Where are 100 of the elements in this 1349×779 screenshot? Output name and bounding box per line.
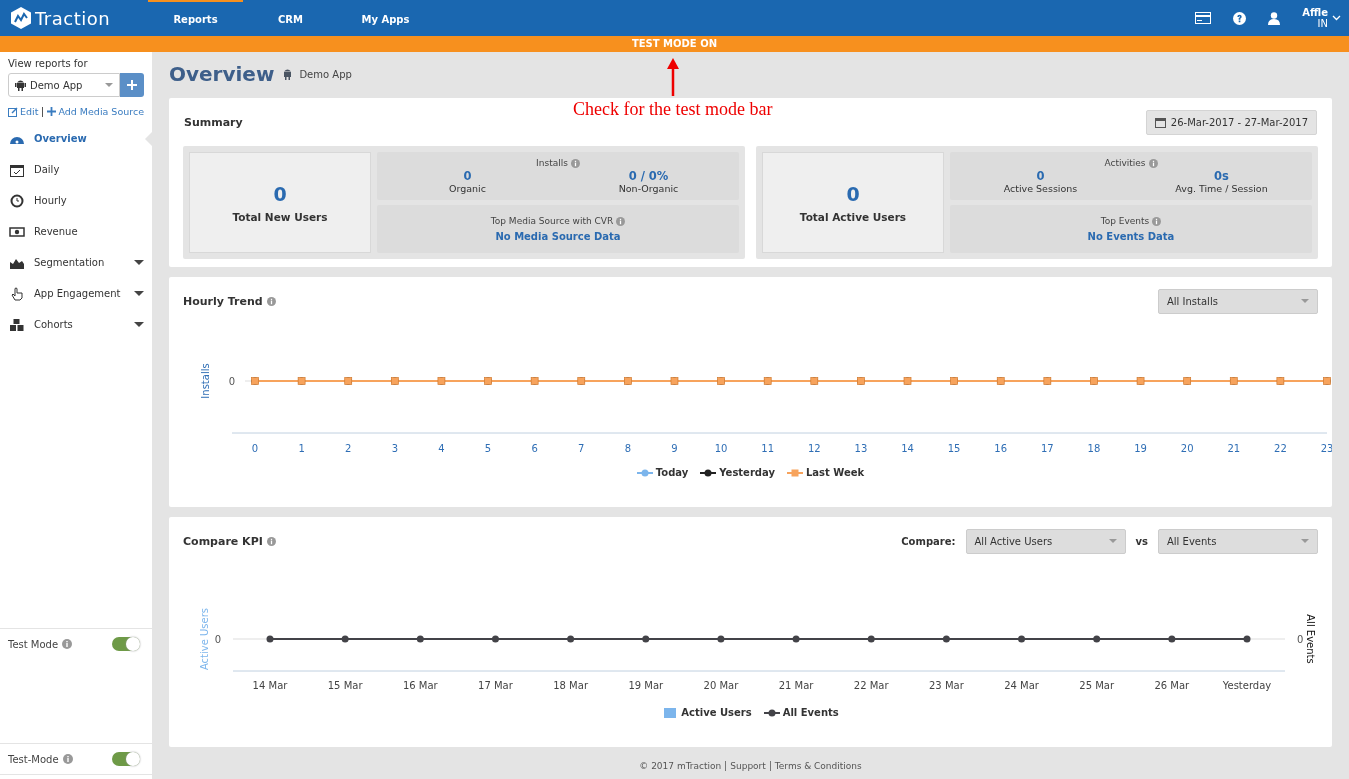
x-tick-label: 24 Mar [1004, 680, 1039, 691]
x-tick-label: 2 [345, 443, 352, 454]
tile-title: Top Media Source with CVR [490, 216, 614, 226]
installs-dropdown[interactable]: All Installs [1158, 288, 1318, 314]
x-tick-label: 22 Mar [853, 680, 889, 691]
metric-value: 0 / 0% [628, 169, 669, 183]
chevron-down-icon[interactable] [1332, 15, 1341, 21]
metric-label: Avg. Time / Session [1175, 183, 1268, 194]
help-icon[interactable] [1233, 11, 1247, 25]
sidebar-item[interactable]: Cohorts [0, 309, 152, 340]
app-select[interactable]: Demo App [8, 73, 120, 97]
plus-icon [47, 107, 57, 116]
nav-tab[interactable]: CRM [243, 0, 338, 36]
card-title: Summary [184, 115, 243, 129]
metric-dropdown[interactable]: All Active Users [965, 528, 1126, 554]
x-tick-label: 16 Mar [402, 680, 438, 691]
edit-icon [8, 106, 18, 117]
metric-dropdown[interactable]: All Events [1158, 528, 1318, 554]
hand-pointer-icon [9, 286, 25, 301]
calendar-icon [9, 162, 25, 177]
sidebar-item[interactable]: Hourly [0, 185, 152, 216]
x-tick-label: 21 [1227, 443, 1241, 454]
user-icon[interactable] [1268, 11, 1281, 25]
credit-card-icon[interactable] [1195, 12, 1212, 24]
metric-label: Active Sessions [1003, 183, 1078, 194]
no-data-text: No Media Source Data [495, 231, 621, 242]
x-tick-label: 18 [1087, 443, 1101, 454]
x-tick-label: 23 [1320, 443, 1332, 454]
sidebar-item[interactable]: App Engagement [0, 278, 152, 309]
clock-icon [9, 193, 25, 208]
x-tick-label: 19 [1134, 443, 1147, 454]
info-icon [62, 639, 73, 649]
caret-icon [1301, 299, 1309, 303]
tile-title: Installs [536, 158, 568, 168]
x-tick-label: 17 Mar [478, 680, 513, 691]
y-tick-label: 0 [228, 376, 235, 387]
metric-value: 0 [463, 169, 472, 183]
info-icon [616, 216, 626, 226]
metric-value: 0 [1036, 169, 1045, 183]
legend-item[interactable]: Today [636, 467, 689, 478]
x-tick-label: 19 Mar [628, 680, 664, 691]
x-tick-label: 14 Mar [252, 680, 288, 691]
footer-link[interactable]: Terms & Conditions [769, 761, 862, 771]
footer-link[interactable]: Support [725, 761, 766, 771]
x-tick-label: 20 [1180, 443, 1194, 454]
logo[interactable]: Traction [0, 6, 148, 30]
caret-icon [105, 83, 113, 87]
x-tick-label: 3 [391, 443, 398, 454]
info-icon [266, 296, 276, 306]
legend-item[interactable]: Last Week [786, 467, 865, 478]
info-icon [570, 158, 580, 168]
sidebar-item[interactable]: Segmentation [0, 247, 152, 278]
add-media-source-link[interactable]: Add Media Source [47, 106, 144, 117]
x-tick-label: 25 Mar [1079, 680, 1115, 691]
legend-item[interactable]: Active Users [662, 707, 752, 718]
plus-icon [127, 80, 137, 90]
metric-label: Organic [449, 183, 486, 194]
card-title: Hourly Trend [183, 294, 263, 308]
caret-icon [1108, 539, 1117, 543]
sidebar-item[interactable]: Daily [0, 154, 152, 185]
test-mode-toggle[interactable] [112, 637, 140, 651]
info-icon [1152, 216, 1162, 226]
x-tick-label: 13 [854, 443, 868, 454]
tile-title: Activities [1104, 158, 1146, 168]
x-tick-label: 18 Mar [553, 680, 588, 691]
x-tick-label: Yesterday [1222, 680, 1272, 691]
view-reports-label: View reports for [7, 57, 89, 71]
x-tick-label: 11 [761, 443, 775, 454]
logo-icon [10, 6, 32, 30]
no-data-text: No Events Data [1087, 231, 1175, 242]
android-icon [282, 68, 294, 80]
x-tick-label: 0 [251, 443, 259, 454]
legend-item[interactable]: Yesterday [700, 467, 775, 478]
x-tick-label: 12 [807, 443, 821, 454]
annotation-text: Check for the test mode bar [573, 99, 773, 120]
x-tick-label: 4 [438, 443, 445, 454]
edit-link[interactable]: Edit [8, 106, 39, 117]
x-tick-label: 7 [578, 443, 585, 454]
x-tick-label: 15 [947, 443, 961, 454]
x-tick-label: 1 [298, 443, 305, 454]
cubes-icon [9, 317, 25, 332]
calendar-icon [1154, 116, 1166, 128]
user-menu[interactable]: Affle IN [1302, 7, 1328, 29]
sidebar-item[interactable]: Overview [0, 123, 152, 154]
test-mode-label: Test Mode [8, 638, 59, 650]
legend-item[interactable]: All Events [763, 707, 839, 718]
test-mode-toggle[interactable] [112, 752, 140, 766]
tile-title: Top Events [1100, 216, 1150, 226]
x-tick-label: 5 [484, 443, 492, 454]
date-range-button[interactable]: 26-Mar-2017 - 27-Mar-2017 [1145, 109, 1317, 135]
y-tick-label: 0 [214, 634, 221, 645]
sidebar-item[interactable]: Revenue [0, 216, 152, 247]
info-icon [266, 536, 276, 546]
nav-tab[interactable]: My Apps [338, 0, 433, 36]
x-tick-label: 20 Mar [703, 680, 739, 691]
caret-icon [134, 322, 144, 327]
caret-icon [134, 291, 144, 296]
x-tick-label: 15 Mar [327, 680, 363, 691]
add-app-button[interactable] [120, 73, 144, 97]
total-value: 0 [273, 182, 287, 205]
